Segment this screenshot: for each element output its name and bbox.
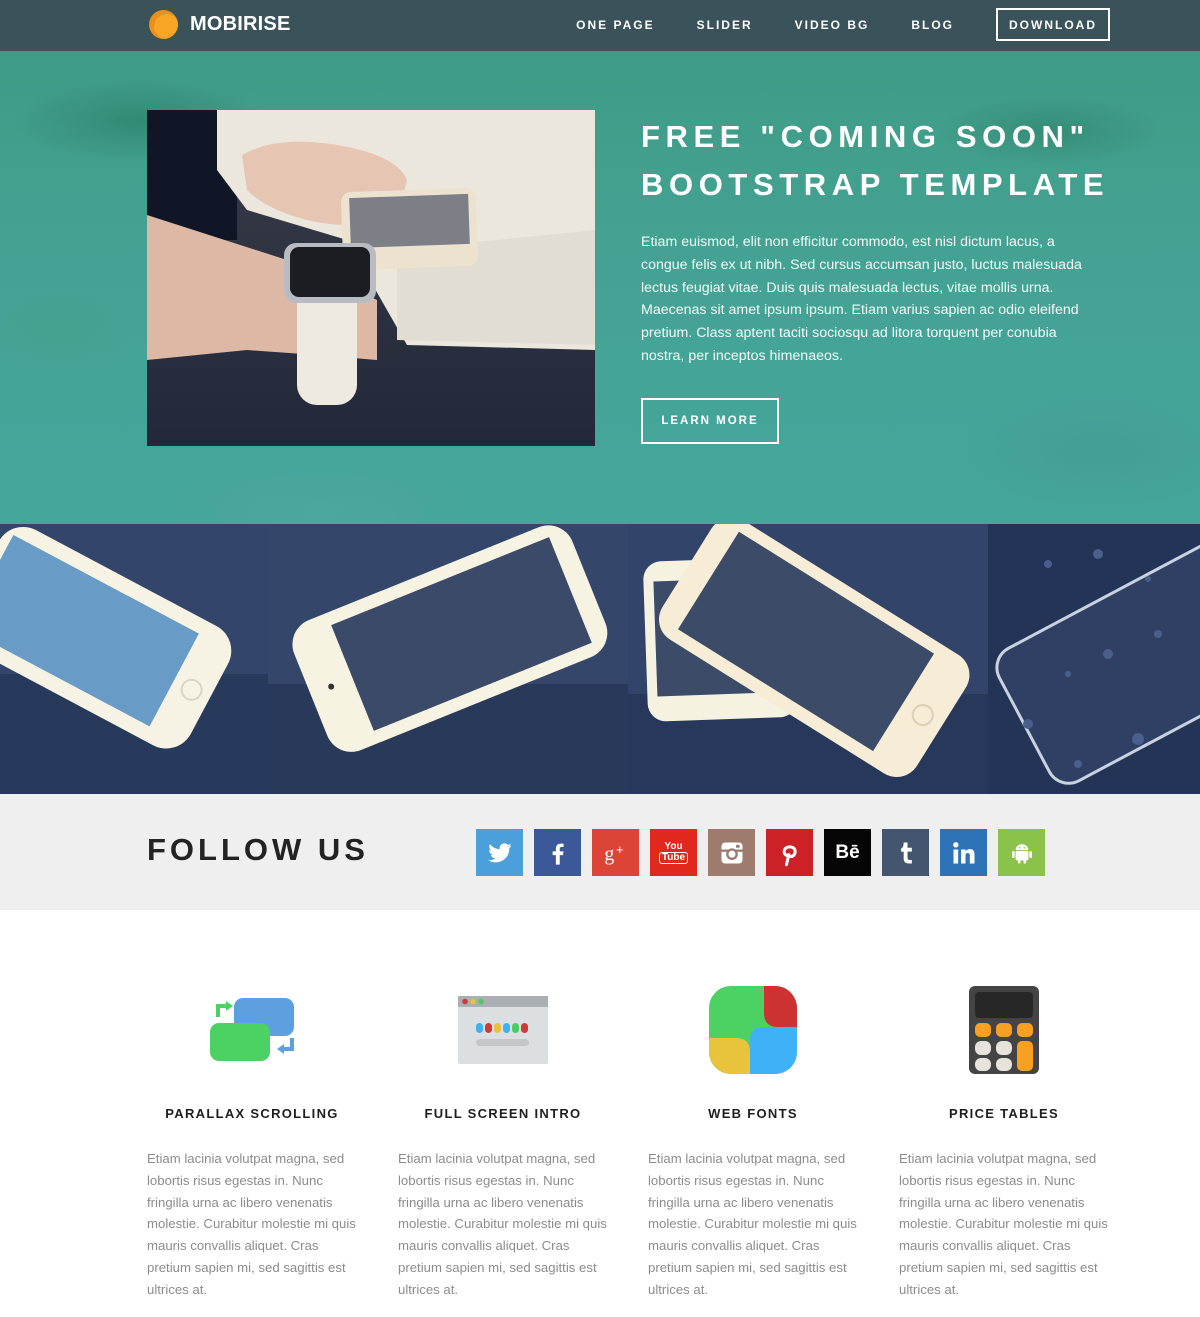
web-fonts-icon <box>648 982 858 1078</box>
hero-title-line-1: FREE "COMING SOON" <box>641 119 1090 154</box>
linkedin-button[interactable] <box>940 829 987 876</box>
youtube-button[interactable]: You Tube <box>650 829 697 876</box>
google-plus-button[interactable]: g + <box>592 829 639 876</box>
browser-window-icon <box>398 982 608 1078</box>
google-plus-icon: g + <box>604 842 624 865</box>
follow-us-title: FOLLOW US <box>147 832 369 867</box>
pinterest-icon <box>782 844 797 866</box>
feature-description: Etiam lacinia volutpat magna, sed lobort… <box>648 1151 857 1297</box>
gallery-image-4[interactable] <box>988 524 1200 794</box>
instagram-button[interactable] <box>708 829 755 876</box>
nav-link-video-bg[interactable]: VIDEO BG <box>795 18 870 32</box>
main-nav: ONE PAGE SLIDER VIDEO BG BLOG DOWNLOAD <box>576 8 1110 41</box>
calculator-icon <box>899 982 1109 1078</box>
youtube-icon: You Tube <box>658 841 689 864</box>
feature-title: WEB FONTS <box>708 1106 798 1121</box>
nav-link-slider[interactable]: SLIDER <box>697 18 753 32</box>
social-links: g + You Tube Bē <box>476 829 1045 876</box>
hero-image <box>147 110 595 446</box>
download-button[interactable]: DOWNLOAD <box>996 8 1110 41</box>
parallax-icon <box>147 982 357 1078</box>
feature-price-tables: PRICE TABLES Etiam lacinia volutpat magn… <box>899 982 1109 1301</box>
hero-description: Etiam euismod, elit non efficitur commod… <box>641 234 1082 364</box>
android-button[interactable] <box>998 829 1045 876</box>
gallery-image-2[interactable] <box>268 524 628 794</box>
follow-us-section: FOLLOW US g + You Tube Bē <box>0 794 1200 910</box>
navbar: MOBIRISE ONE PAGE SLIDER VIDEO BG BLOG D… <box>0 0 1200 51</box>
feature-title: FULL SCREEN INTRO <box>424 1106 582 1121</box>
tumblr-icon <box>900 842 912 863</box>
svg-text:g: g <box>604 843 614 865</box>
feature-parallax-scrolling: PARALLAX SCROLLING Etiam lacinia volutpa… <box>147 982 357 1301</box>
twitter-icon <box>487 842 512 862</box>
hero-section: FREE "COMING SOON" BOOTSTRAP TEMPLATE Et… <box>0 51 1200 524</box>
gallery-image-3[interactable] <box>628 524 988 794</box>
hero-text: FREE "COMING SOON" BOOTSTRAP TEMPLATE Et… <box>641 113 1104 444</box>
gallery-strip <box>0 524 1200 794</box>
hero-title: FREE "COMING SOON" BOOTSTRAP TEMPLATE <box>641 113 1104 209</box>
tumblr-button[interactable] <box>882 829 929 876</box>
hero-title-line-2: BOOTSTRAP TEMPLATE <box>641 167 1110 202</box>
learn-more-button[interactable]: LEARN MORE <box>641 397 779 444</box>
behance-button[interactable]: Bē <box>824 829 871 876</box>
features-section: PARALLAX SCROLLING Etiam lacinia volutpa… <box>0 910 1200 1317</box>
brand-name: MOBIRISE <box>190 13 291 35</box>
feature-full-screen-intro: FULL SCREEN INTRO Etiam lacinia volutpat… <box>398 982 608 1301</box>
brand-link[interactable]: MOBIRISE <box>149 10 291 39</box>
nav-link-blog[interactable]: BLOG <box>911 18 954 32</box>
feature-description: Etiam lacinia volutpat magna, sed lobort… <box>147 1151 356 1297</box>
behance-icon: Bē <box>835 841 860 863</box>
pinterest-button[interactable] <box>766 829 813 876</box>
android-icon <box>1011 843 1032 863</box>
feature-title: PARALLAX SCROLLING <box>165 1106 339 1121</box>
svg-text:+: + <box>616 842 624 857</box>
feature-description: Etiam lacinia volutpat magna, sed lobort… <box>398 1151 607 1297</box>
linkedin-icon <box>952 841 974 863</box>
facebook-icon <box>552 843 564 865</box>
twitter-button[interactable] <box>476 829 523 876</box>
feature-web-fonts: WEB FONTS Etiam lacinia volutpat magna, … <box>648 982 858 1301</box>
gallery-image-1[interactable] <box>0 524 268 794</box>
instagram-icon <box>721 842 742 863</box>
mobirise-logo-icon <box>149 10 178 39</box>
nav-link-one-page[interactable]: ONE PAGE <box>576 18 654 32</box>
feature-title: PRICE TABLES <box>949 1106 1059 1121</box>
smartwatch-photo <box>147 110 595 446</box>
feature-description: Etiam lacinia volutpat magna, sed lobort… <box>899 1151 1108 1297</box>
facebook-button[interactable] <box>534 829 581 876</box>
